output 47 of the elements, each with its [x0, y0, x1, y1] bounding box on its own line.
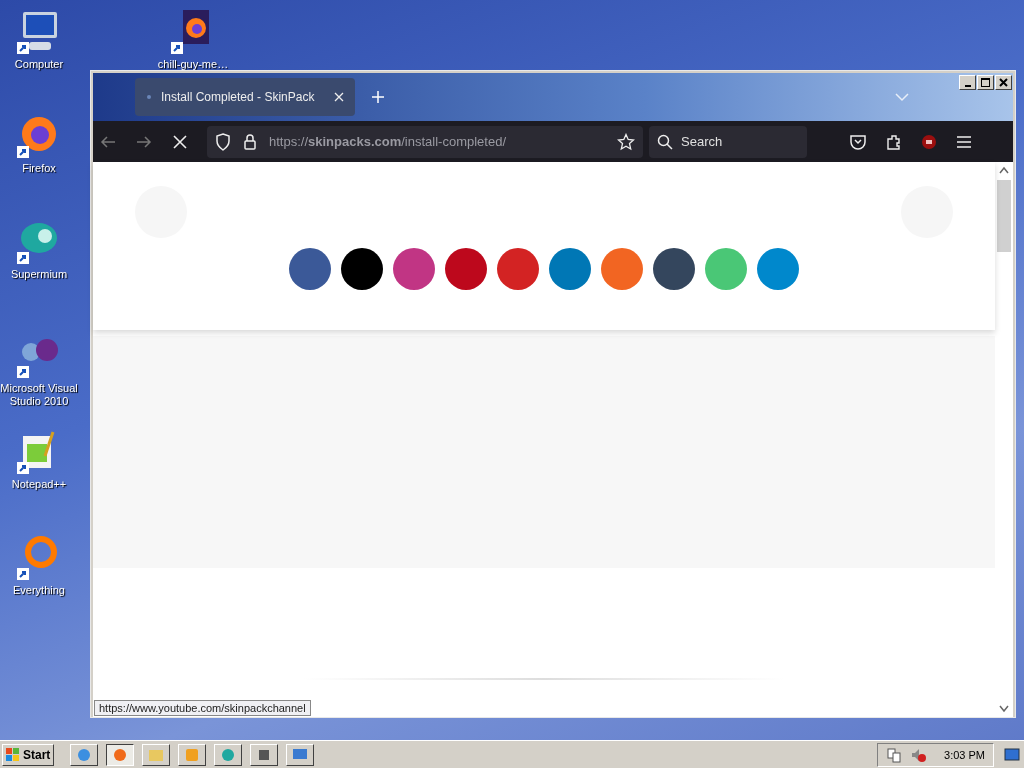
minimize-button[interactable]: [959, 75, 976, 90]
pocket-icon[interactable]: [849, 132, 867, 151]
close-icon: [999, 78, 1008, 87]
puzzle-icon[interactable]: [885, 132, 903, 151]
maximize-icon: [981, 78, 990, 87]
search-field[interactable]: Search: [679, 133, 793, 150]
network-icon[interactable]: [886, 746, 903, 763]
address-bar[interactable]: https://skinpacks.com/install-completed/: [207, 125, 643, 158]
url-text[interactable]: https://skinpacks.com/install-completed/: [269, 134, 605, 149]
scroll-down-icon[interactable]: [999, 705, 1009, 713]
social-button[interactable]: [341, 248, 383, 290]
search-icon: [657, 133, 673, 150]
app-icon: [220, 746, 237, 763]
icon-label[interactable]: Firefox: [22, 162, 56, 175]
social-button[interactable]: [653, 248, 695, 290]
icon-label[interactable]: chill-guy-me…: [157, 58, 229, 71]
star-icon[interactable]: [617, 132, 635, 151]
icon-label[interactable]: Everything: [13, 584, 65, 597]
icon-label[interactable]: Computer: [14, 58, 64, 71]
start-button[interactable]: Start: [2, 743, 55, 766]
close-icon[interactable]: [333, 91, 345, 103]
icon-label[interactable]: Supermium: [10, 268, 68, 281]
icon-label[interactable]: Notepad++: [11, 478, 67, 491]
new-tab-icon[interactable]: [371, 90, 385, 104]
clock[interactable]: 3:03 PM: [944, 748, 985, 761]
close-button[interactable]: [995, 75, 1012, 90]
shield-icon[interactable]: [215, 132, 231, 151]
app-icon: [184, 746, 201, 763]
social-button[interactable]: [289, 248, 331, 290]
status-link-tooltip: https://www.youtube.com/skinpackchannel: [94, 700, 311, 716]
minimize-icon: [964, 84, 971, 87]
browser-tab[interactable]: Install Completed - SkinPack: [135, 78, 355, 116]
shield-badge-icon[interactable]: [921, 133, 937, 150]
search-bar[interactable]: Search: [649, 125, 807, 158]
scroll-up-icon[interactable]: [999, 166, 1009, 174]
show-desktop-icon[interactable]: [1004, 747, 1020, 762]
social-button[interactable]: [445, 248, 487, 290]
dot-icon: [145, 93, 153, 101]
icon-label[interactable]: Microsoft Visual Studio 2010: [0, 382, 78, 408]
taskbar-app-button[interactable]: [106, 743, 135, 766]
maximize-button[interactable]: [977, 75, 994, 90]
lock-icon[interactable]: [243, 132, 257, 151]
scrollbar-thumb[interactable]: [997, 180, 1011, 252]
app-icon: [112, 746, 129, 763]
stop-icon[interactable]: [171, 132, 189, 151]
windows-logo-icon: [6, 747, 20, 762]
app-icon: [76, 746, 93, 763]
